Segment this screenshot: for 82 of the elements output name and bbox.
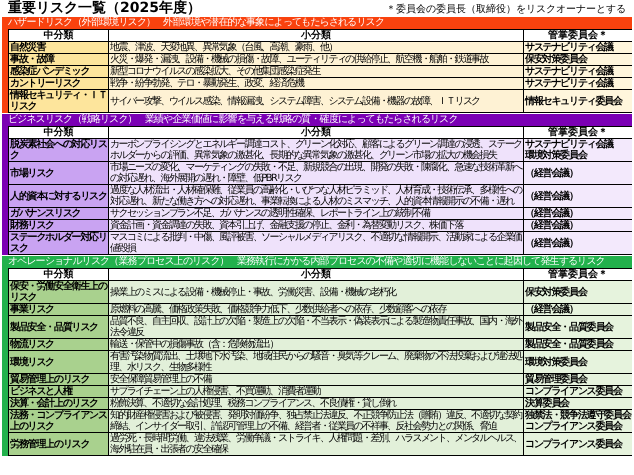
category-cell: ステークホルダー対応リスク bbox=[8, 232, 108, 255]
detail-cell: 輸送・保管中の損傷事故（含：危険物流出） bbox=[108, 339, 523, 351]
category-cell: 情報セキュリティ・ＩＴリスク bbox=[8, 90, 108, 113]
section-description: 業務執行にかかる内部プロセスの不備や適切に機能しないことに起因して発生するリスク bbox=[236, 256, 605, 268]
detail-cell: 品質不良、自主回収、設計上の欠陥・製造上の欠陥・不当表示・偽装表示による製造物責任事故、国内・海外法令違反 bbox=[108, 316, 523, 339]
section-title: ビジネスリスク（戦略リスク） bbox=[8, 114, 137, 126]
detail-cell: 火災・爆発・漏洩、設備・機械の損傷・故障、ユーティリティの供給停止、航空機・船舶・鉄道事故 bbox=[108, 54, 523, 66]
committee-text: コンプライアンス委員会 bbox=[525, 438, 624, 450]
committee-text: 貿易管理委員会 bbox=[525, 374, 588, 385]
committee-text: （経営会議） bbox=[525, 220, 579, 231]
category-cell: 事故・故障 bbox=[8, 54, 108, 66]
committee-text: （経営会議） bbox=[525, 190, 579, 202]
committee-text: 製品安全・品質委員会 bbox=[525, 322, 615, 332]
committee-text: 環境対策委員会 bbox=[525, 356, 588, 368]
column-header: 小分類 bbox=[108, 127, 523, 139]
committee-text: サステナビリティ会議 bbox=[525, 42, 615, 53]
committee-text: サステナビリティ会議 bbox=[525, 66, 615, 77]
category-cell: 市場リスク bbox=[8, 162, 108, 185]
committee-text: 環境対策委員会 bbox=[525, 150, 588, 161]
section-description: 業績や企業価値に影響を与える戦略の質・確度によってもたらされるリスク bbox=[144, 114, 458, 126]
detail-cell: 知的財産権侵害および被侵害、発明対価紛争、独占禁止法違反、不正競争防止法（贈賄）違反、不適切な契約締結、インサイダー取引、許認可管理上の不備、経営者・従業員の不祥事、反社会勢力との関係、脅迫 bbox=[108, 410, 523, 433]
column-header: 小分類 bbox=[108, 30, 523, 42]
column-header: 中分類 bbox=[8, 269, 108, 281]
section-title: ハザードリスク（外部環境リスク） bbox=[8, 17, 156, 29]
detail-cell: サイバー攻撃、ウイルス感染、情報漏洩、システム障害、システム設備・機器の故障、ＩＴリスク bbox=[108, 90, 523, 113]
detail-cell: 原燃料の高騰、価格政策失敗、価格競争力低下、少数供給者への依存、少数顧客への依存 bbox=[108, 304, 523, 316]
category-cell: 製品安全・品質リスク bbox=[8, 316, 108, 339]
committee-text: 製品安全・品質委員会 bbox=[525, 339, 615, 350]
detail-cell: 粉飾決算、不適切な会計処理、税務コンプライアンス、不良債権・貸し倒れ bbox=[108, 398, 523, 410]
category-cell: 貿易管理上のリスク bbox=[8, 374, 108, 386]
category-cell: カントリーリスク bbox=[8, 78, 108, 90]
committee-text: サステナビリティ会議 bbox=[525, 78, 615, 89]
category-cell: 法務・コンプライアンス上のリスク bbox=[8, 410, 108, 433]
category-cell: 財務リスク bbox=[8, 220, 108, 232]
column-header: 中分類 bbox=[8, 127, 108, 139]
column-header: 小分類 bbox=[108, 269, 523, 281]
category-cell: 決算・会計上のリスク bbox=[8, 398, 108, 410]
detail-cell: 過労死・長時間労働、違法残業、労働争議・ストライキ、人権問題・差別、ハラスメント、メンタルヘルス、海外駐在員・出張者の安全確保 bbox=[108, 433, 523, 456]
footnote: ＊委員会の委員長（取締役）をリスクオーナーとする bbox=[386, 4, 626, 16]
detail-cell: カーボンプライシングとエネルギー調達コスト、グリーン化対応、顧客によるグリーン調達の浸透、ステークホルダーからの評価、異常気象の激甚化、長期的な異常気象の激甚化、グリーン市場の拡大の機会損失 bbox=[108, 139, 523, 162]
detail-cell: 安全保障貿易管理上の不備 bbox=[108, 374, 523, 386]
detail-cell: 有害汚染物質流出、土壌地下水汚染、地域住民からの騒音・臭気等クレーム、廃棄物の不法投棄および違法処理、水リスク、生物多様性 bbox=[108, 351, 523, 374]
detail-cell: 市場ニーズの変化、マーケティングの失敗・不足、新規競合の出現、開発の失敗・陳腐化、急速な技術革新への対応遅れ、海外展開の遅れ・障壁、低PBRリスク bbox=[108, 162, 523, 185]
column-header: 中分類 bbox=[8, 30, 108, 42]
section-description: 外部環境や潜在的な事象によってもたらされるリスク bbox=[163, 17, 384, 29]
section-title: オペレーショナルリスク（業務プロセス上のリスク） bbox=[8, 256, 229, 268]
committee-text: サステナビリティ会議 bbox=[525, 139, 615, 150]
detail-cell: 地震、津波、天変地異、異常気象（台風、高潮、豪雨、他） bbox=[108, 42, 523, 54]
detail-cell: 戦争・紛争勃発、テロ・暴動発生、政変、経済危機 bbox=[108, 78, 523, 90]
category-cell: 脱炭素社会への対応リスク bbox=[8, 139, 108, 162]
category-cell: 自然災害 bbox=[8, 42, 108, 54]
committee-text: （経営会議） bbox=[525, 208, 579, 219]
detail-cell: 過度な人材流出・人材確保難、従業員の高齢化・いびつな人材ピラミッド、人材育成・技術伝承、多様性への対応遅れ、新たな働き方への対応遅れ、事業転換による人材のミスマッチ、人的資本情報開示の不備・遅れ bbox=[108, 185, 523, 208]
category-cell: 労務管理上のリスク bbox=[8, 433, 108, 456]
column-header: 管掌委員会＊ bbox=[523, 127, 632, 139]
detail-cell: 資金計画・資金調達の失敗、資本引上げ、金融支援の停止、金利・為替変動リスク、株価下落 bbox=[108, 220, 523, 232]
category-cell: 感染症パンデミック bbox=[8, 66, 108, 78]
committee-text: 保安対策委員会 bbox=[525, 54, 588, 65]
category-cell: 人的資本に対するリスク bbox=[8, 185, 108, 208]
committee-text: （経営会議） bbox=[525, 168, 579, 178]
detail-cell: サクセッションプラン不足、ガバナンスの透明性確保、レポートライン上の統制不備 bbox=[108, 208, 523, 220]
detail-cell: サプライチェーン上の人権侵害、不買運動、消費者運動 bbox=[108, 386, 523, 398]
page-title: 重要リスク一覧（2025年度） bbox=[8, 0, 201, 16]
detail-cell: 新型コロナウイルスの感染拡大、その他集団感染症発生 bbox=[108, 66, 523, 78]
committee-text: （経営会議） bbox=[525, 238, 579, 248]
category-cell: ガバナンスリスク bbox=[8, 208, 108, 220]
committee-text: コンプライアンス委員会 bbox=[525, 386, 624, 397]
committee-text: 決算委員会 bbox=[525, 398, 571, 409]
committee-text: 独禁法・競争法遵守委員会 bbox=[525, 410, 631, 421]
committee-text: （経営会議） bbox=[525, 304, 579, 315]
category-cell: 環境リスク bbox=[8, 351, 108, 374]
committee-text: コンプライアンス委員会 bbox=[525, 421, 624, 432]
category-cell: 物流リスク bbox=[8, 339, 108, 351]
detail-cell: 操業上のミスによる設備・機械停止・事故、労働災害、設備・機械の老朽化 bbox=[108, 281, 523, 304]
detail-cell: マスコミによる批判・中傷、風評被害、ソーシャルメディアリスク、不適切な情報開示、活動家による企業価値毀損 bbox=[108, 232, 523, 255]
column-header: 管掌委員会＊ bbox=[523, 269, 632, 281]
committee-text: 保安対策委員会 bbox=[525, 286, 588, 298]
category-cell: 事業リスク bbox=[8, 304, 108, 316]
committee-text: 情報セキュリティ委員会 bbox=[525, 96, 624, 106]
category-cell: ビジネスと人権 bbox=[8, 386, 108, 398]
category-cell: 保安・労働安全衛生上のリスク bbox=[8, 281, 108, 304]
column-header: 管掌委員会＊ bbox=[523, 30, 632, 42]
